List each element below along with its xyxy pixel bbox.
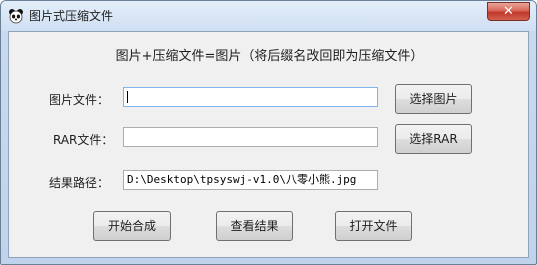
result-path-label: 结果路径： (49, 176, 110, 190)
select-image-button[interactable]: 选择图片 (395, 84, 472, 114)
panda-icon (9, 9, 23, 24)
image-file-label: 图片文件： (49, 93, 110, 107)
image-file-input[interactable] (123, 87, 378, 107)
title-bar[interactable]: 图片式压缩文件 ✕ (1, 1, 536, 31)
close-button[interactable]: ✕ (487, 2, 530, 21)
close-icon: ✕ (503, 4, 514, 19)
select-rar-button[interactable]: 选择RAR (395, 124, 472, 154)
text-caret (127, 91, 128, 103)
view-result-button[interactable]: 查看结果 (216, 211, 293, 241)
rar-file-label: RAR文件： (53, 133, 114, 147)
open-file-button[interactable]: 打开文件 (335, 211, 412, 241)
app-window: 图片式压缩文件 ✕ 图片+压缩文件=图片（将后缀名改回即为压缩文件） 图片文件：… (0, 0, 537, 265)
window-title: 图片式压缩文件 (29, 9, 114, 23)
start-merge-button[interactable]: 开始合成 (93, 211, 171, 241)
main-panel: 图片+压缩文件=图片（将后缀名改回即为压缩文件） 图片文件： 选择图片 RAR文… (8, 31, 529, 258)
result-path-field[interactable]: D:\Desktop\tpsyswj-v1.0\八零小熊.jpg (123, 170, 378, 190)
rar-file-input[interactable] (123, 127, 378, 147)
description-text: 图片+压缩文件=图片（将后缀名改回即为压缩文件） (115, 49, 424, 64)
